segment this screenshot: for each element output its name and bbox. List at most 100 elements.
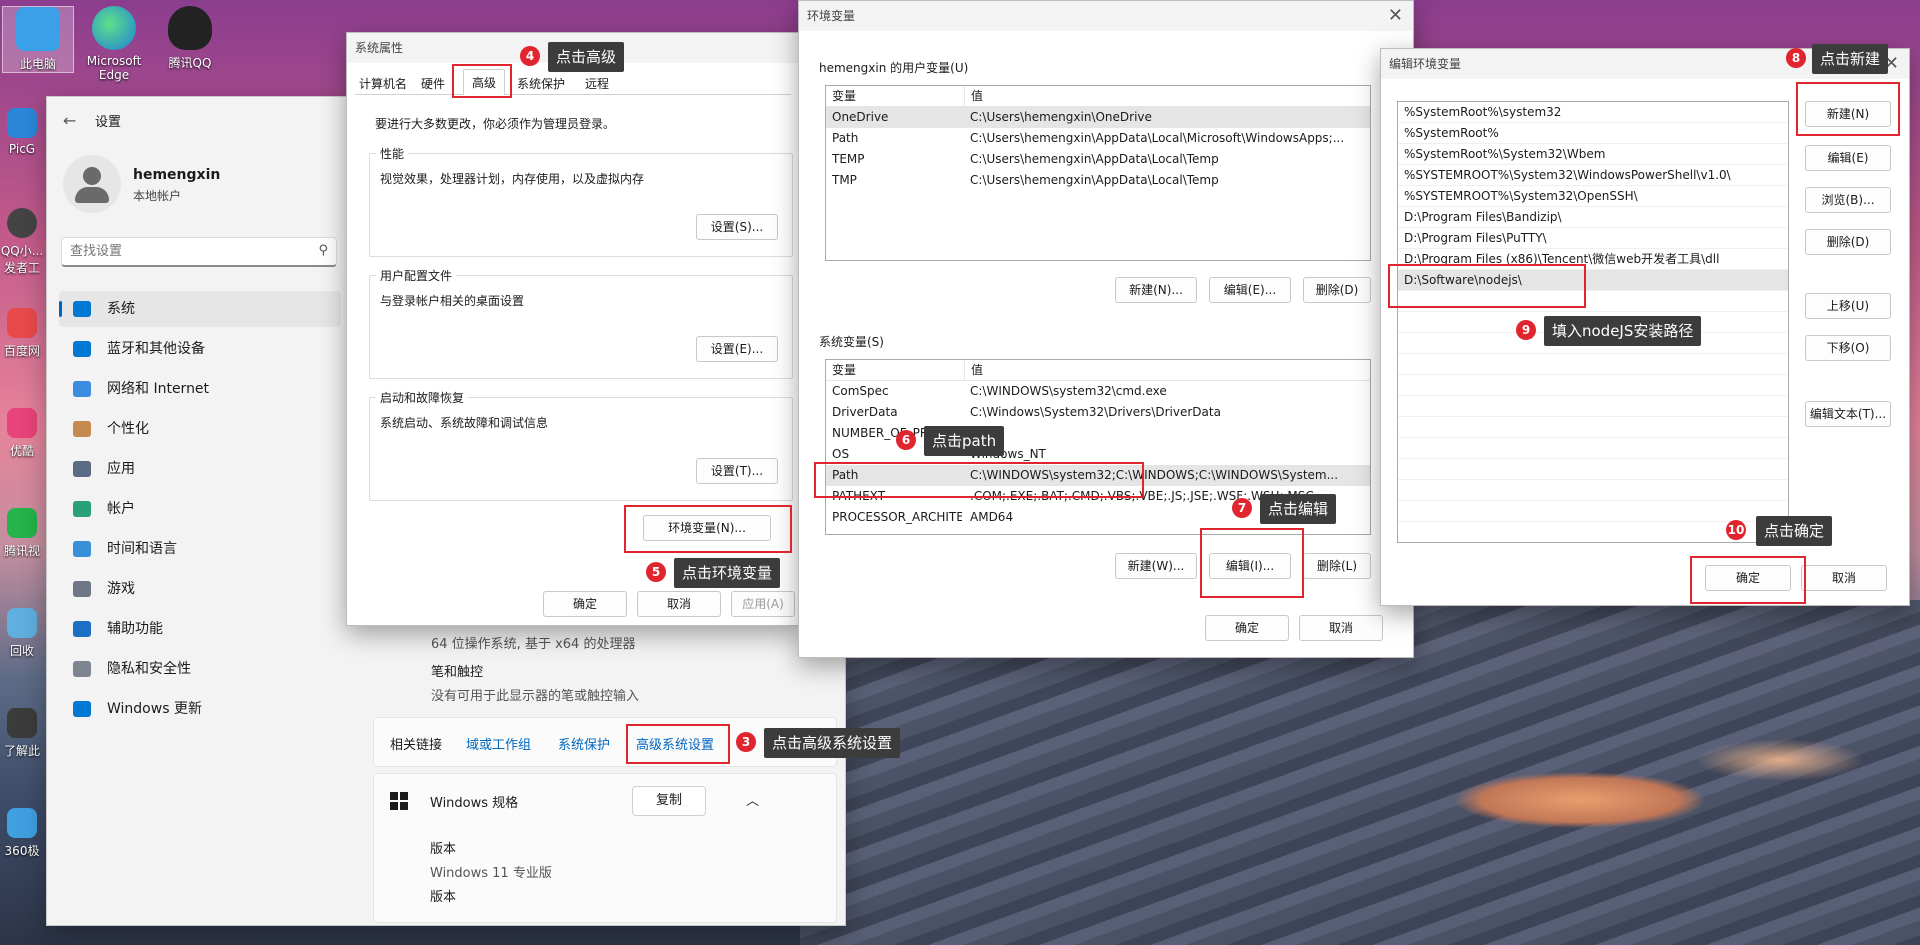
step-callout-7: 点击编辑 [1260,494,1337,524]
sidebar-item-6[interactable]: 时间和语言 [59,531,341,567]
desktop-icon-qq[interactable]: 腾讯QQ [154,6,226,71]
table-row[interactable]: ComSpec C:\WINDOWS\system32\cmd.exe [826,381,1370,402]
system-delete-button[interactable]: 删除(L) [1303,553,1371,579]
list-item[interactable]: %SYSTEMROOT%\System32\WindowsPowerShell\… [1398,165,1788,186]
list-item-empty [1398,354,1788,375]
envvars-cancel-button[interactable]: 取消 [1299,615,1383,641]
desktop-icon-360[interactable]: 360极 [0,808,44,859]
user-vars-list: 变量 值 OneDrive C:\Users\hemengxin\OneDrive… [825,85,1371,261]
tab-computer-name[interactable]: 计算机名 [359,75,407,92]
sidebar-item-0[interactable]: 系统 [59,291,341,327]
step-marker-6: 6 [896,430,916,450]
desktop-icon-this-pc[interactable]: 此电脑 [2,6,74,73]
envvars-ok-button[interactable]: 确定 [1205,615,1289,641]
highlight-advanced-settings-link [626,724,730,764]
chevron-up-icon[interactable]: ︿ [746,790,759,809]
nav-item-icon [73,701,91,717]
avatar[interactable] [63,155,121,213]
editenv-edit-text-button[interactable]: 编辑文本(T)... [1805,401,1891,427]
desktop-icon-qq-devtools[interactable]: QQ小...发者工 [0,208,44,276]
step-callout-4: 点击高级 [548,42,625,72]
table-row[interactable]: OneDrive C:\Users\hemengxin\OneDrive [826,107,1370,128]
desktop-icon-recycle[interactable]: 回收 [0,608,44,659]
table-row[interactable]: DriverData C:\Windows\System32\Drivers\Dr… [826,402,1370,423]
step-callout-10: 点击确定 [1756,516,1833,546]
tab-system-protection[interactable]: 系统保护 [517,75,565,92]
step-callout-5: 点击环境变量 [674,558,781,588]
desktop-icon-edge[interactable]: Microsoft Edge [78,6,150,82]
list-item-empty [1398,480,1788,501]
search-box[interactable]: ⚲ [61,237,337,267]
list-item[interactable]: D:\Program Files\PuTTY\ [1398,228,1788,249]
sidebar-item-8[interactable]: 辅助功能 [59,611,341,647]
close-icon[interactable]: ✕ [1388,5,1403,26]
desktop-icon-youku[interactable]: 优酷 [0,408,44,459]
startup-settings-button[interactable]: 设置(T)... [696,458,778,484]
sysprops-cancel-button[interactable]: 取消 [637,591,721,617]
system-new-button[interactable]: 新建(W)... [1115,553,1197,579]
sidebar-item-1[interactable]: 蓝牙和其他设备 [59,331,341,367]
back-arrow-icon[interactable]: ← [63,111,76,130]
list-item[interactable]: D:\Program Files\Bandizip\ [1398,207,1788,228]
user-delete-button[interactable]: 删除(D) [1303,277,1371,303]
search-input[interactable] [62,238,292,264]
performance-settings-button[interactable]: 设置(S)... [696,214,778,240]
sysprops-apply-button[interactable]: 应用(A) [731,591,795,617]
user-edit-button[interactable]: 编辑(E)... [1209,277,1291,303]
desktop-icon-baidu[interactable]: 百度网 [0,308,44,359]
tencent-video-icon [7,508,37,538]
sidebar-item-3[interactable]: 个性化 [59,411,341,447]
editenv-cancel-button[interactable]: 取消 [1801,565,1887,591]
editenv-browse-button[interactable]: 浏览(B)... [1805,187,1891,213]
sidebar-item-5[interactable]: 帐户 [59,491,341,527]
list-item-empty [1398,438,1788,459]
editenv-move-up-button[interactable]: 上移(U) [1805,293,1891,319]
envvars-titlebar: 环境变量 [799,1,1413,31]
user-icon [83,167,101,185]
list-item-empty [1398,396,1788,417]
editenv-edit-button[interactable]: 编辑(E) [1805,145,1891,171]
table-row[interactable]: TMP C:\Users\hemengxin\AppData\Local\Temp [826,170,1370,191]
editenv-move-down-button[interactable]: 下移(O) [1805,335,1891,361]
nav-item-icon [73,661,91,677]
list-item[interactable]: %SystemRoot%\system32 [1398,102,1788,123]
sidebar-item-7[interactable]: 游戏 [59,571,341,607]
sidebar-item-4[interactable]: 应用 [59,451,341,487]
step-callout-9: 填入nodeJS安装路径 [1544,316,1702,346]
startup-recovery-group: 启动和故障恢复 系统启动、系统故障和调试信息 设置(T)... [369,389,793,501]
system-protection-link[interactable]: 系统保护 [558,734,610,753]
list-item[interactable]: %SystemRoot%\System32\Wbem [1398,144,1788,165]
step-marker-7: 7 [1232,498,1252,518]
user-new-button[interactable]: 新建(N)... [1115,277,1197,303]
copy-button[interactable]: 复制 [632,786,706,816]
domain-workgroup-link[interactable]: 域或工作组 [466,734,531,753]
desktop-icon-picg[interactable]: PicG [0,108,44,156]
sidebar-item-label: 系统 [107,301,135,317]
user-vars-label: hemengxin 的用户变量(U) [819,61,969,75]
list-item[interactable]: %SYSTEMROOT%\System32\OpenSSH\ [1398,186,1788,207]
profile-settings-button[interactable]: 设置(E)... [696,336,778,362]
user-profile-group: 用户配置文件 与登录帐户相关的桌面设置 设置(E)... [369,267,793,379]
windows-spec-card: Windows 规格 复制 ︿ 版本 Windows 11 专业版 版本 [373,773,837,923]
list-item-empty [1398,417,1788,438]
sysprops-ok-button[interactable]: 确定 [543,591,627,617]
desktop-icon-learn[interactable]: 了解此 [0,708,44,759]
highlight-edit-button [1200,528,1304,598]
sidebar-item-9[interactable]: 隐私和安全性 [59,651,341,687]
tab-hardware[interactable]: 硬件 [421,75,445,92]
desktop-icon-tencent-video[interactable]: 腾讯视 [0,508,44,559]
editenv-delete-button[interactable]: 删除(D) [1805,229,1891,255]
table-row[interactable]: TEMP C:\Users\hemengxin\AppData\Local\Tem… [826,149,1370,170]
edition-label: 版本 [430,842,457,857]
sidebar-item-2[interactable]: 网络和 Internet [59,371,341,407]
highlight-ok-button [1690,556,1806,604]
table-row[interactable]: Path C:\Users\hemengxin\AppData\Local\Mic… [826,128,1370,149]
tab-remote[interactable]: 远程 [585,75,609,92]
list-item[interactable]: %SystemRoot% [1398,123,1788,144]
step-marker-8: 8 [1786,48,1806,68]
environment-variables-window: 环境变量 ✕ hemengxin 的用户变量(U) 变量 值 OneDrive C… [798,0,1414,658]
step-marker-10: 10 [1726,520,1746,540]
settings-title: 设置 [95,115,122,130]
sidebar-item-10[interactable]: Windows 更新 [59,691,341,727]
highlight-path-row [814,462,1144,498]
